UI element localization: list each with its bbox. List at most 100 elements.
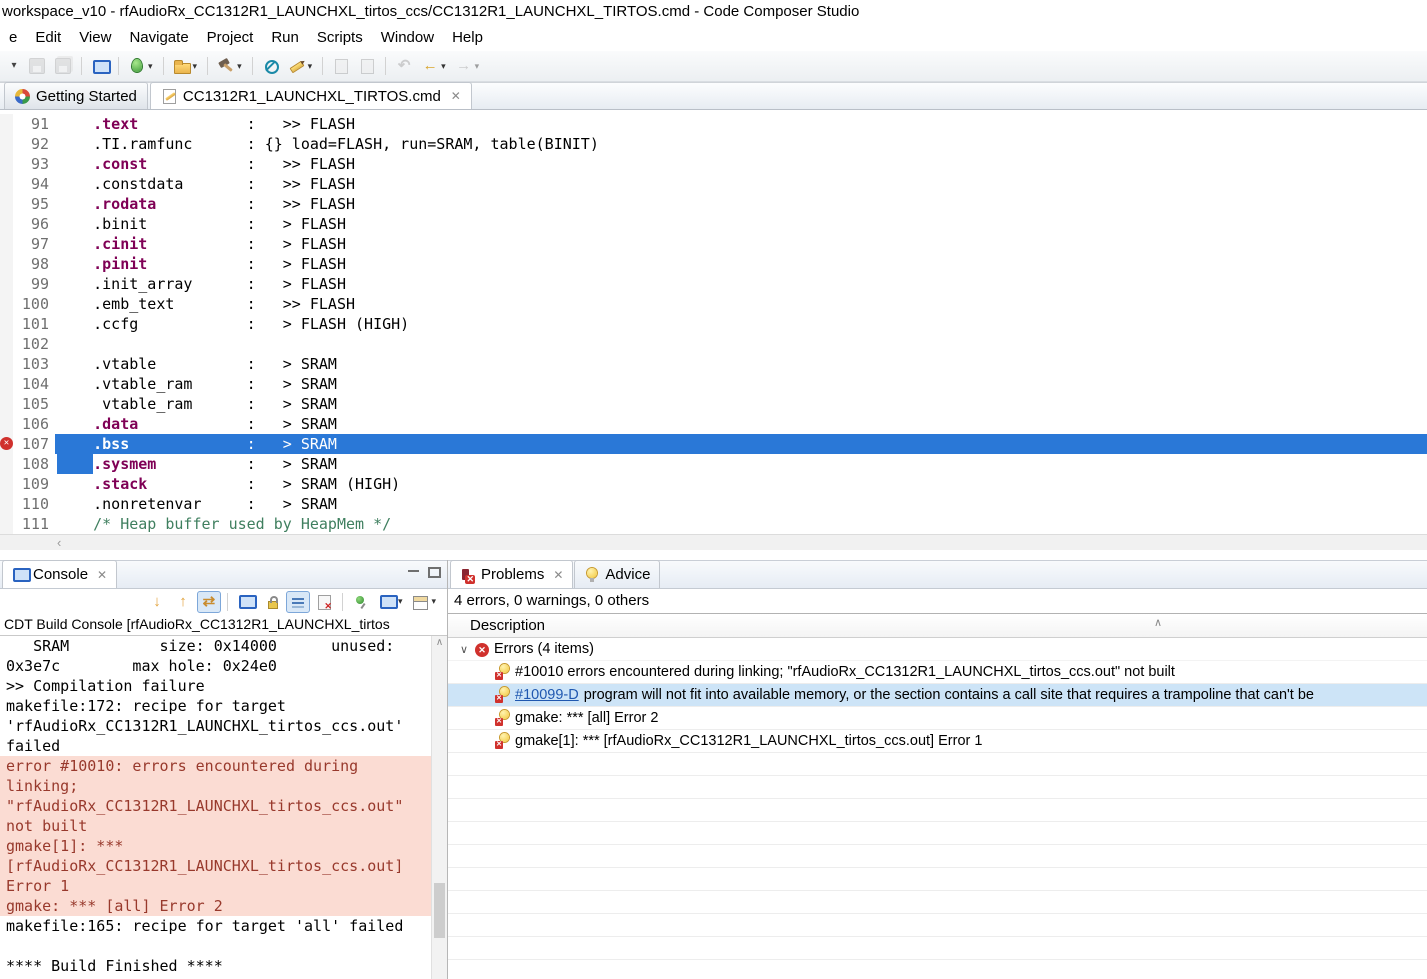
minimize-icon[interactable] bbox=[407, 567, 420, 578]
code-text[interactable]: .stack : > SRAM (HIGH) bbox=[55, 474, 1427, 494]
code-line[interactable]: 91 .text : >> FLASH bbox=[0, 114, 1427, 134]
pencil-button[interactable]: ▾ bbox=[285, 55, 317, 77]
problem-row[interactable]: gmake: *** [all] Error 2 bbox=[448, 707, 1427, 730]
menu-project[interactable]: Project bbox=[198, 26, 263, 49]
back-button[interactable]: ← ▾ bbox=[418, 55, 450, 77]
dropdown-arrow-icon[interactable]: ▾ bbox=[193, 61, 198, 72]
dropdown-arrow-icon[interactable]: ▾ bbox=[398, 596, 403, 607]
word-wrap-button[interactable] bbox=[285, 590, 310, 613]
code-line[interactable]: 103 .vtable : > SRAM bbox=[0, 354, 1427, 374]
code-text[interactable] bbox=[55, 334, 1427, 354]
code-line[interactable]: 106 .data : > SRAM bbox=[0, 414, 1427, 434]
dropdown-arrow-icon[interactable]: ▾ bbox=[237, 61, 242, 72]
code-text[interactable]: .cinit : > FLASH bbox=[55, 234, 1427, 254]
close-icon[interactable]: ✕ bbox=[97, 568, 107, 582]
code-text[interactable]: .bss : > SRAM bbox=[55, 434, 1427, 454]
tab-advice[interactable]: Advice bbox=[574, 560, 661, 588]
menu-window[interactable]: Window bbox=[372, 26, 443, 49]
code-text[interactable]: /* Heap buffer used by HeapMem */ bbox=[55, 514, 1427, 534]
code-line[interactable]: ✕ 107 .bss : > SRAM bbox=[0, 434, 1427, 454]
close-icon[interactable]: ✕ bbox=[451, 89, 461, 103]
tab-problems[interactable]: Problems ✕ bbox=[450, 560, 574, 588]
code-line[interactable]: 96 .binit : > FLASH bbox=[0, 214, 1427, 234]
errors-group-row[interactable]: ∨ ✕ Errors (4 items) bbox=[448, 638, 1427, 661]
swap-arrows-button[interactable]: ⇄ bbox=[196, 590, 221, 613]
problem-link[interactable]: #10099-D bbox=[515, 687, 579, 703]
chevron-down-icon[interactable]: ∨ bbox=[458, 643, 470, 656]
open-console-button[interactable]: ▾ bbox=[408, 591, 440, 613]
problem-row[interactable]: #10010 errors encountered during linking… bbox=[448, 661, 1427, 684]
code-line[interactable]: 100 .emb_text : >> FLASH bbox=[0, 294, 1427, 314]
menu-help[interactable]: Help bbox=[443, 26, 492, 49]
menu-dropdown-button[interactable]: ▾ bbox=[5, 55, 23, 77]
debug-button[interactable]: ▾ bbox=[125, 55, 157, 77]
code-line[interactable]: 98 .pinit : > FLASH bbox=[0, 254, 1427, 274]
code-text[interactable]: .const : >> FLASH bbox=[55, 154, 1427, 174]
code-line[interactable]: 92 .TI.ramfunc : {} load=FLASH, run=SRAM… bbox=[0, 134, 1427, 154]
code-text[interactable]: .nonretenvar : > SRAM bbox=[55, 494, 1427, 514]
scroll-up-arrow-icon[interactable]: ∧ bbox=[432, 636, 447, 650]
lens-button[interactable] bbox=[259, 55, 283, 77]
console-vertical-scrollbar[interactable]: ∧ bbox=[431, 636, 447, 979]
menu-navigate[interactable]: Navigate bbox=[120, 26, 197, 49]
close-icon[interactable]: ✕ bbox=[553, 568, 563, 582]
dropdown-arrow-icon[interactable]: ▾ bbox=[308, 61, 313, 72]
scroll-down-button[interactable]: ↓ bbox=[145, 591, 169, 613]
menu-run[interactable]: Run bbox=[262, 26, 308, 49]
scroll-left-arrow-icon[interactable]: ‹ bbox=[57, 535, 61, 550]
code-text[interactable]: .binit : > FLASH bbox=[55, 214, 1427, 234]
code-text[interactable]: .emb_text : >> FLASH bbox=[55, 294, 1427, 314]
code-text[interactable]: .pinit : > FLASH bbox=[55, 254, 1427, 274]
menu-scripts[interactable]: Scripts bbox=[308, 26, 372, 49]
code-line[interactable]: 97 .cinit : > FLASH bbox=[0, 234, 1427, 254]
code-line[interactable]: 104 .vtable_ram : > SRAM bbox=[0, 374, 1427, 394]
console-overlay-button[interactable] bbox=[234, 590, 258, 613]
code-line[interactable]: 111 /* Heap buffer used by HeapMem */ bbox=[0, 514, 1427, 534]
scrollbar-thumb[interactable] bbox=[434, 882, 445, 938]
code-text[interactable]: .vtable : > SRAM bbox=[55, 354, 1427, 374]
maximize-icon[interactable] bbox=[428, 567, 441, 578]
code-text[interactable]: vtable_ram : > SRAM bbox=[55, 394, 1427, 414]
code-line[interactable]: 105 vtable_ram : > SRAM bbox=[0, 394, 1427, 414]
scroll-up-button[interactable]: ↑ bbox=[171, 591, 195, 613]
editor-tab-getting-started[interactable]: Getting Started bbox=[4, 82, 148, 109]
code-text[interactable]: .data : > SRAM bbox=[55, 414, 1427, 434]
code-text[interactable]: .TI.ramfunc : {} load=FLASH, run=SRAM, t… bbox=[55, 134, 1427, 154]
description-column-header[interactable]: Description ∧ bbox=[448, 614, 1427, 638]
editor-tab-cc1312r1-launchxl-tirtos-cmd[interactable]: CC1312R1_LAUNCHXL_TIRTOS.cmd ✕ bbox=[149, 82, 472, 109]
display-console-button[interactable]: ▾ bbox=[375, 590, 407, 613]
code-line[interactable]: 95 .rodata : >> FLASH bbox=[0, 194, 1427, 214]
code-text[interactable]: .vtable_ram : > SRAM bbox=[55, 374, 1427, 394]
code-text[interactable]: .text : >> FLASH bbox=[55, 114, 1427, 134]
console-lock-button[interactable] bbox=[260, 591, 284, 613]
dropdown-arrow-icon[interactable]: ▾ bbox=[431, 596, 436, 607]
code-line[interactable]: 102 bbox=[0, 334, 1427, 354]
clear-console-button[interactable] bbox=[312, 591, 336, 613]
code-line[interactable]: 94 .constdata : >> FLASH bbox=[0, 174, 1427, 194]
code-editor[interactable]: 91 .text : >> FLASH 92 .TI.ramfunc : {} l… bbox=[0, 110, 1427, 534]
code-line[interactable]: 109 .stack : > SRAM (HIGH) bbox=[0, 474, 1427, 494]
problem-row[interactable]: gmake[1]: *** [rfAudioRx_CC1312R1_LAUNCH… bbox=[448, 730, 1427, 753]
dropdown-arrow-icon[interactable]: ▾ bbox=[441, 61, 446, 72]
dropdown-arrow-icon[interactable]: ▾ bbox=[148, 61, 153, 72]
code-line[interactable]: 108 .sysmem : > SRAM bbox=[0, 454, 1427, 474]
code-line[interactable]: 93 .const : >> FLASH bbox=[0, 154, 1427, 174]
build-button[interactable]: ▾ bbox=[214, 55, 246, 77]
code-text[interactable]: .constdata : >> FLASH bbox=[55, 174, 1427, 194]
dropdown-arrow-icon[interactable]: ▾ bbox=[475, 61, 480, 72]
problem-row[interactable]: #10099-D program will not fit into avail… bbox=[448, 684, 1427, 707]
tab-console[interactable]: Console ✕ bbox=[2, 560, 118, 588]
code-text[interactable]: .rodata : >> FLASH bbox=[55, 194, 1427, 214]
editor-horizontal-scrollbar[interactable]: ‹ bbox=[0, 534, 1427, 550]
code-line[interactable]: 101 .ccfg : > FLASH (HIGH) bbox=[0, 314, 1427, 334]
code-text[interactable]: .ccfg : > FLASH (HIGH) bbox=[55, 314, 1427, 334]
code-line[interactable]: 99 .init_array : > FLASH bbox=[0, 274, 1427, 294]
code-line[interactable]: 110 .nonretenvar : > SRAM bbox=[0, 494, 1427, 514]
menu-edit[interactable]: Edit bbox=[26, 26, 70, 49]
pin-console-button[interactable] bbox=[349, 591, 373, 613]
target-config-button[interactable] bbox=[88, 55, 112, 78]
menu-view[interactable]: View bbox=[70, 26, 120, 49]
console-output[interactable]: SRAM size: 0x14000 unused: 0x3e7c max hol… bbox=[0, 636, 431, 979]
code-text[interactable]: .sysmem : > SRAM bbox=[55, 454, 1427, 474]
menu-e[interactable]: e bbox=[0, 26, 26, 49]
